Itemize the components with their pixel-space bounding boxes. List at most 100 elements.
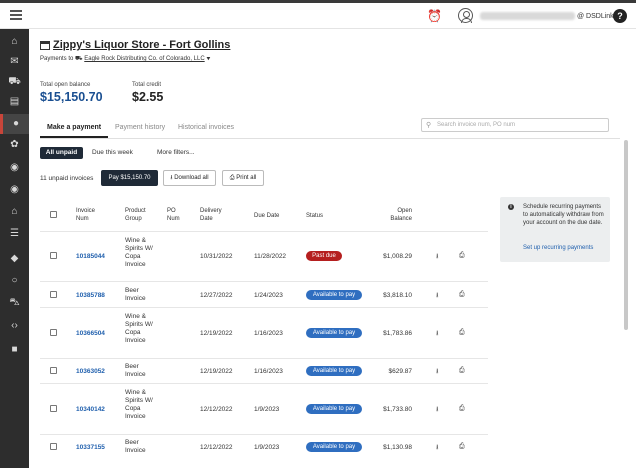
header-divider xyxy=(40,231,488,232)
total-open-balance-label: Total open balance xyxy=(40,82,91,88)
circle-icon[interactable]: ○ xyxy=(0,271,29,291)
select-all-checkbox[interactable] xyxy=(50,211,57,218)
print-all-label: Print all xyxy=(236,175,257,181)
recurring-payments-info: i Schedule recurring payments to automat… xyxy=(500,197,610,262)
invoice-number-link[interactable]: 10185044 xyxy=(76,253,105,260)
due-date: 1/9/2023 xyxy=(254,406,280,413)
row-checkbox[interactable] xyxy=(50,291,57,298)
download-icon[interactable]: ⭳ xyxy=(436,252,438,263)
print-all-button[interactable]: ⎙ Print all xyxy=(222,170,264,186)
search-icon: ⚲ xyxy=(426,122,432,129)
car-icon[interactable]: ⛍ xyxy=(0,293,29,313)
download-all-label: Download all xyxy=(174,175,209,181)
user-avatar-icon[interactable] xyxy=(458,8,473,23)
product-group: Wine & Spirits W/ Copa Invoice xyxy=(125,237,153,268)
alarm-clock-icon[interactable]: ⏰ xyxy=(427,9,442,23)
search-placeholder: Search invoice num, PO num xyxy=(437,122,516,128)
chevron-down-icon[interactable]: ▾ xyxy=(198,41,202,49)
printer-icon: ⎙ xyxy=(229,175,235,181)
status-badge: Available to pay xyxy=(306,442,362,452)
row-divider xyxy=(40,281,488,282)
top-bar: ⏰ @ DSDLink ▾ ? xyxy=(0,3,636,29)
download-icon[interactable]: ⭳ xyxy=(436,443,438,454)
home-icon[interactable]: ⌂ xyxy=(0,32,29,52)
mail-icon[interactable]: ✉ xyxy=(0,52,29,72)
filter-all-unpaid[interactable]: All unpaid xyxy=(40,147,83,159)
scrollbar[interactable] xyxy=(624,140,628,330)
payments-icon[interactable]: ● xyxy=(0,114,29,134)
due-date: 11/28/2022 xyxy=(254,253,287,260)
total-credit: $2.55 xyxy=(132,90,164,104)
payments-to: Payments to ⛟ Eagle Rock Distributing Co… xyxy=(40,55,210,63)
printer-icon[interactable]: ⎙ xyxy=(459,329,465,337)
row-divider xyxy=(40,307,488,308)
product-group: Wine & Spirits W/ Copa Invoice xyxy=(125,389,153,420)
col-due-date: Due Date xyxy=(254,213,280,219)
document-icon[interactable]: ▤ xyxy=(0,92,29,112)
total-credit-label: Total credit xyxy=(132,82,162,88)
store-icon xyxy=(40,41,50,50)
due-date: 1/16/2023 xyxy=(254,330,283,337)
tab-make-payment[interactable]: Make a payment xyxy=(47,124,101,131)
row-divider xyxy=(40,358,488,359)
store-name[interactable]: Zippy's Liquor Store - Fort Collins xyxy=(53,39,230,51)
sidebar: ⌂ ✉ ⛟ ▤ ● ✿ ◉ ◉ ⌂ ☰ ◆ ○ ⛍ ‹› ■ xyxy=(0,29,29,468)
folder-icon[interactable]: ■ xyxy=(0,340,29,360)
tag-icon[interactable]: ◆ xyxy=(0,249,29,269)
download-icon[interactable]: ⭳ xyxy=(436,329,438,340)
invoice-number-link[interactable]: 10363052 xyxy=(76,368,105,375)
printer-icon[interactable]: ⎙ xyxy=(459,252,465,260)
menu-icon[interactable] xyxy=(10,10,22,20)
invoice-number-link[interactable]: 10366504 xyxy=(76,330,105,337)
row-checkbox[interactable] xyxy=(50,329,57,336)
open-balance: $1,008.29 xyxy=(383,253,412,260)
col-invoice-num: Invoice Num xyxy=(76,208,96,222)
invoice-number-link[interactable]: 10337155 xyxy=(76,444,105,451)
printer-icon[interactable]: ⎙ xyxy=(459,291,465,299)
unpaid-count: 11 unpaid invoices xyxy=(40,175,94,182)
download-all-button[interactable]: ⭳ Download all xyxy=(163,170,216,186)
product-group: Wine & Spirits W/ Copa Invoice xyxy=(125,313,153,344)
distributor-link[interactable]: Eagle Rock Distributing Co. of Colorado,… xyxy=(84,56,204,62)
col-open-balance: Open Balance xyxy=(390,208,412,222)
bank-icon[interactable]: ⌂ xyxy=(0,202,29,222)
row-checkbox[interactable] xyxy=(50,405,57,412)
open-balance: $629.87 xyxy=(388,368,413,375)
info-text: Schedule recurring payments to automatic… xyxy=(523,204,604,226)
status-badge: Available to pay xyxy=(306,290,362,300)
reports-icon[interactable]: ◉ xyxy=(0,180,29,200)
tab-historical-invoices[interactable]: Historical invoices xyxy=(178,124,234,131)
row-divider xyxy=(40,383,488,384)
pay-button[interactable]: Pay $15,150.70 xyxy=(101,170,158,186)
settings-icon[interactable]: ✿ xyxy=(0,135,29,155)
delivery-date: 12/12/2022 xyxy=(200,406,233,413)
row-divider xyxy=(40,434,488,435)
download-icon[interactable]: ⭳ xyxy=(436,405,438,416)
printer-icon[interactable]: ⎙ xyxy=(459,443,465,451)
code-icon[interactable]: ‹› xyxy=(0,316,29,336)
due-date: 1/16/2023 xyxy=(254,368,283,375)
product-group: Beer Invoice xyxy=(125,439,146,454)
download-icon[interactable]: ⭳ xyxy=(436,367,438,378)
download-icon[interactable]: ⭳ xyxy=(436,291,438,302)
invoice-number-link[interactable]: 10385788 xyxy=(76,292,105,299)
list-icon[interactable]: ☰ xyxy=(0,224,29,244)
chevron-down-icon[interactable]: ▾ xyxy=(206,56,210,62)
row-checkbox[interactable] xyxy=(50,367,57,374)
dashboard-icon[interactable]: ◉ xyxy=(0,158,29,178)
truck-icon: ⛟ xyxy=(75,56,83,62)
recurring-payments-link[interactable]: Set up recurring payments xyxy=(523,245,593,251)
filter-due-this-week[interactable]: Due this week xyxy=(92,147,133,159)
tab-payment-history[interactable]: Payment history xyxy=(115,124,165,131)
printer-icon[interactable]: ⎙ xyxy=(459,405,465,413)
delivery-date: 10/31/2022 xyxy=(200,253,233,260)
row-checkbox[interactable] xyxy=(50,252,57,259)
user-email-redacted[interactable] xyxy=(480,12,575,20)
invoice-number-link[interactable]: 10340142 xyxy=(76,406,105,413)
cart-icon[interactable]: ⛟ xyxy=(0,72,29,92)
printer-icon[interactable]: ⎙ xyxy=(459,367,465,375)
row-checkbox[interactable] xyxy=(50,443,57,450)
search-input[interactable]: ⚲ Search invoice num, PO num xyxy=(421,118,609,132)
filter-more[interactable]: More filters... xyxy=(157,147,195,159)
help-icon[interactable]: ? xyxy=(613,9,627,23)
